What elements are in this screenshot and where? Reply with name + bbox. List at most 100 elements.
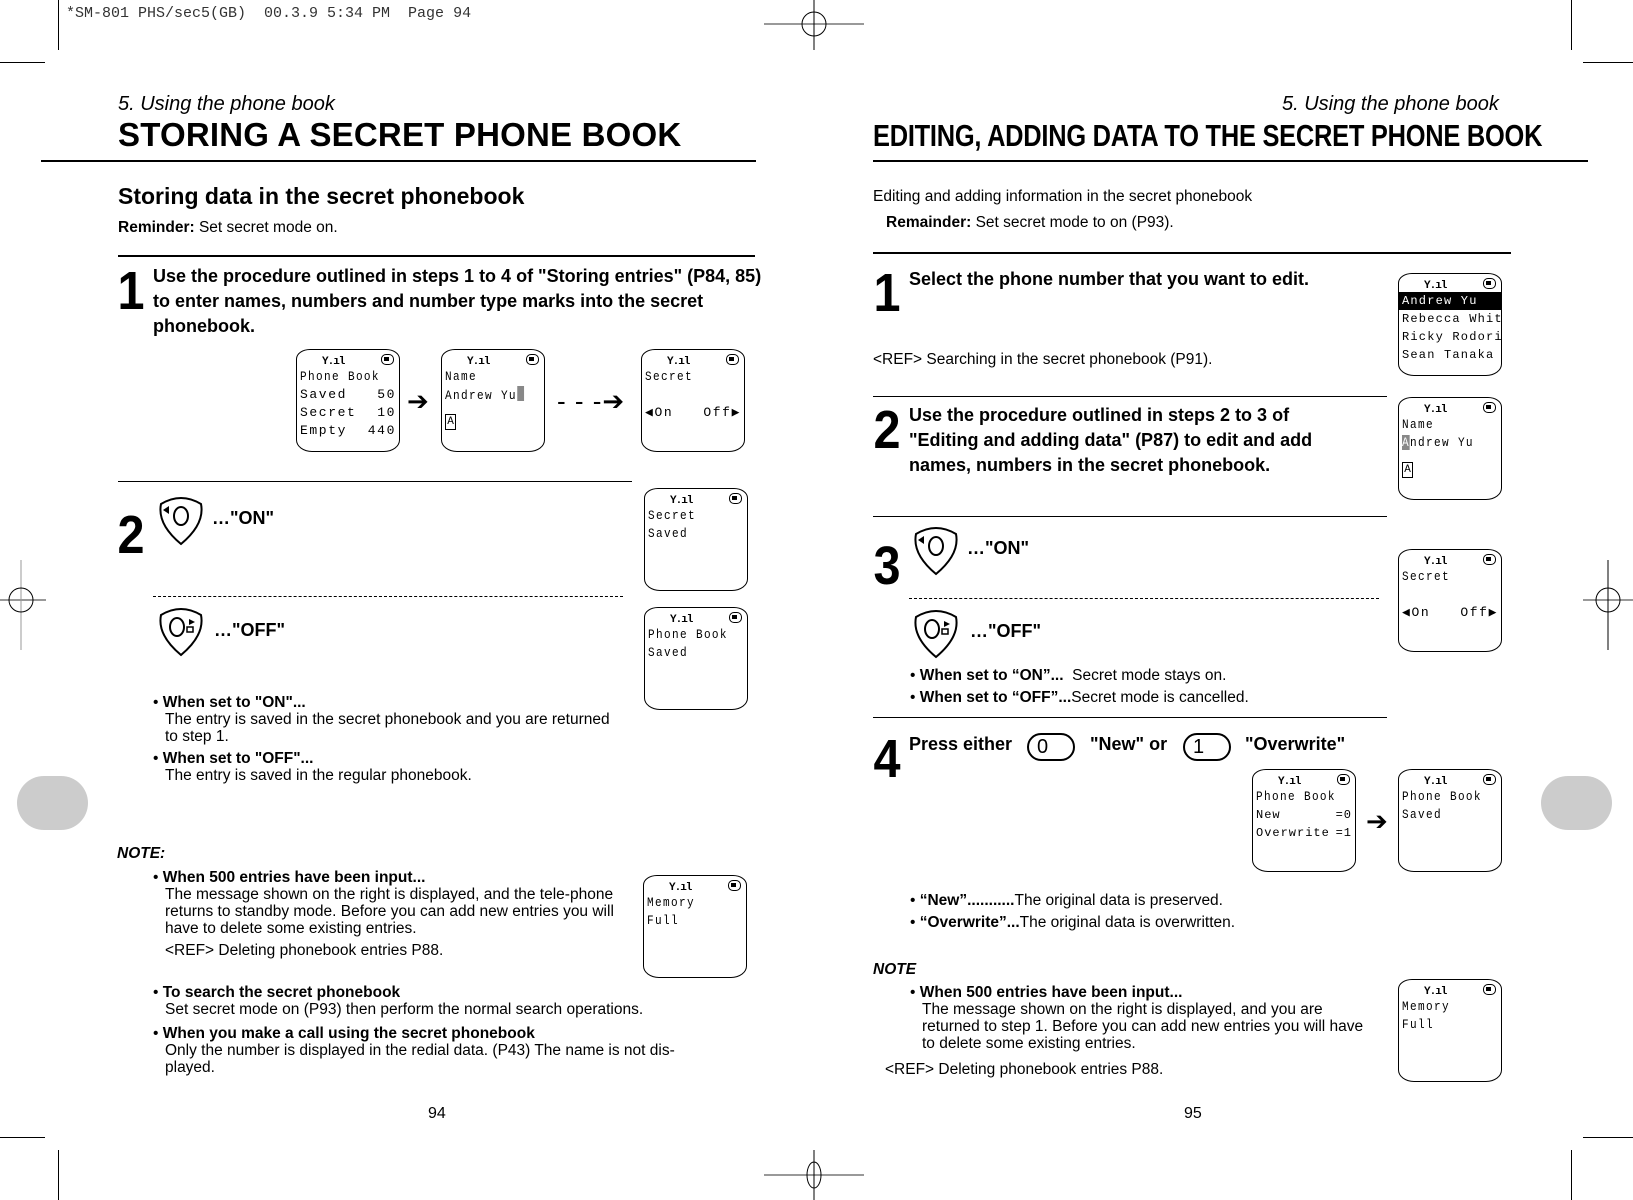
step-number: 4 xyxy=(873,729,901,789)
section-label: 5. Using the phone book xyxy=(118,93,335,115)
screen-line: Phone Book xyxy=(1402,789,1482,804)
battery-icon xyxy=(1483,774,1496,785)
reference-link[interactable]: <REF> Searching in the secret phonebook … xyxy=(873,351,1212,369)
contact-list-item[interactable]: Sean Tanaka xyxy=(1402,346,1498,364)
note-item: • When you make a call using the secret … xyxy=(153,1025,718,1076)
thumb-tab-right xyxy=(1541,776,1612,830)
option-on: On xyxy=(654,405,674,420)
note-label: To search the secret phonebook xyxy=(162,984,401,1001)
step-divider xyxy=(873,516,1387,517)
crop-mark xyxy=(0,1137,45,1138)
on-label: …"ON" xyxy=(967,538,1030,558)
option-on: On xyxy=(1411,605,1431,620)
reminder-text: Set secret mode on. xyxy=(194,219,338,236)
screen-label: Empty xyxy=(300,423,348,438)
step-number: 2 xyxy=(873,400,901,460)
note-item: • To search the secret phonebook Set sec… xyxy=(153,984,753,1018)
entered-name: ndrew Yu xyxy=(1409,435,1474,450)
new-label: "New" or xyxy=(1090,734,1168,754)
phone-screen-secret-toggle: Y.ıl Secret ◀On Off▶ xyxy=(641,349,745,452)
title-rule xyxy=(873,160,1588,162)
intro-text: Editing and adding information in the se… xyxy=(873,188,1253,205)
contact-list-item[interactable]: Ricky Rodori xyxy=(1402,328,1502,346)
registration-mark-icon xyxy=(1583,560,1633,650)
screen-line: Full xyxy=(647,913,679,928)
bullet-item: • When set to "ON"... The entry is saved… xyxy=(153,694,613,745)
note-text: Set secret mode on (P93) then perform th… xyxy=(165,1001,644,1018)
crop-mark xyxy=(1571,0,1572,50)
right-nav-key-icon xyxy=(159,608,203,657)
bullet-label: When set to “ON”... xyxy=(919,667,1064,684)
arrow-right-icon: ➔ xyxy=(1366,806,1388,836)
page-title: EDITING, ADDING DATA TO THE SECRET PHONE… xyxy=(873,118,1543,153)
reference-link[interactable]: <REF> Deleting phonebook entries P88. xyxy=(153,942,623,959)
step-divider xyxy=(118,255,755,257)
crop-mark xyxy=(1571,1150,1572,1200)
battery-icon xyxy=(526,354,539,365)
screen-line: Name xyxy=(445,369,477,384)
screen-line: Secret xyxy=(1402,569,1450,584)
battery-icon xyxy=(728,880,741,891)
phone-screen-name-entry: Y.ıl Name Andrew Yu A xyxy=(441,349,545,452)
print-slug: *SM-801 PHS/sec5(GB) 00.3.9 5:34 PM Page… xyxy=(66,5,472,22)
contact-list-item-selected[interactable]: Andrew Yu xyxy=(1399,292,1501,310)
bullet-item: • When set to “OFF”...Secret mode is can… xyxy=(910,689,1249,706)
option-new: New xyxy=(1256,808,1281,822)
screen-line: Saved xyxy=(1402,807,1442,822)
reminder-label: Reminder: xyxy=(118,219,195,236)
right-triangle-icon: ▶ xyxy=(731,405,741,420)
key-0-button[interactable]: 0 xyxy=(1027,733,1075,761)
page-title: STORING A SECRET PHONE BOOK xyxy=(118,116,682,153)
step-number: 1 xyxy=(873,263,901,323)
option-overwrite: Overwrite xyxy=(1256,826,1330,840)
bullet-text: Secret mode stays on. xyxy=(1063,667,1227,684)
phone-screen-secret-saved: Y.ıl Secret Saved xyxy=(644,488,748,591)
contact-list-item[interactable]: Rebecca Whit xyxy=(1402,310,1502,328)
step-text: Press either xyxy=(909,734,1013,754)
phone-screen-name-edit: Y.ıl Name Andrew Yu A xyxy=(1398,397,1502,500)
screen-line: Saved xyxy=(648,645,688,660)
battery-icon xyxy=(729,493,742,504)
crop-mark xyxy=(58,1150,59,1200)
key-1-button[interactable]: 1 xyxy=(1183,733,1231,761)
section-label: 5. Using the phone book xyxy=(1282,93,1499,115)
reminder-label: Remainder: xyxy=(886,214,972,231)
phone-screen-phonebook-saved: Y.ıl Phone Book Saved xyxy=(644,607,748,710)
input-mode-icon: A xyxy=(445,414,456,430)
option-off: Off xyxy=(703,405,732,420)
battery-icon xyxy=(1483,554,1496,565)
note-text: Only the number is displayed in the redi… xyxy=(165,1042,675,1076)
bullet-item: • “Overwrite”...The original data is ove… xyxy=(910,914,1236,931)
screen-line: Andrew Yu xyxy=(445,386,527,404)
left-nav-key-icon xyxy=(914,527,958,576)
phone-screen-secret-toggle: Y.ıl Secret ◀On Off▶ xyxy=(1398,549,1502,652)
screen-label: Secret xyxy=(300,405,357,420)
off-label: …"OFF" xyxy=(214,620,286,640)
right-nav-key-icon xyxy=(914,610,958,659)
bullet-label: “New”........... xyxy=(919,892,1015,909)
reminder: Reminder: Set secret mode on. xyxy=(118,219,338,237)
reference-link[interactable]: <REF> Deleting phonebook entries P88. xyxy=(885,1061,1163,1078)
bullet-label: “Overwrite”... xyxy=(919,914,1020,931)
note-label: When 500 entries have been input... xyxy=(919,984,1183,1001)
screen-title: Phone Book xyxy=(1256,789,1336,804)
bullet-text: The original data is preserved. xyxy=(1014,892,1223,909)
battery-icon xyxy=(1483,984,1496,995)
step-divider xyxy=(873,717,1387,718)
bullet-text: The entry is saved in the secret phonebo… xyxy=(165,711,610,745)
reminder-text: Set secret mode to on (P93). xyxy=(971,214,1174,231)
battery-icon xyxy=(1483,402,1496,413)
battery-icon xyxy=(1337,774,1350,785)
bullet-text: The original data is overwritten. xyxy=(1019,914,1236,931)
subsection-heading: Storing data in the secret phonebook xyxy=(118,183,525,209)
bullet-label: When set to "ON"... xyxy=(162,694,306,711)
step-text: Select the phone number that you want to… xyxy=(909,269,1310,289)
phone-screen-memory-full: Y.ıl Memory Full xyxy=(1398,979,1502,1082)
battery-icon xyxy=(726,354,739,365)
crop-mark xyxy=(1583,1137,1633,1138)
option-key: =1 xyxy=(1335,826,1352,840)
input-mode-icon: A xyxy=(1402,462,1413,478)
option-divider xyxy=(153,596,623,597)
dashed-arrow-icon: - - -➔ xyxy=(557,386,626,416)
text-cursor xyxy=(516,386,524,401)
